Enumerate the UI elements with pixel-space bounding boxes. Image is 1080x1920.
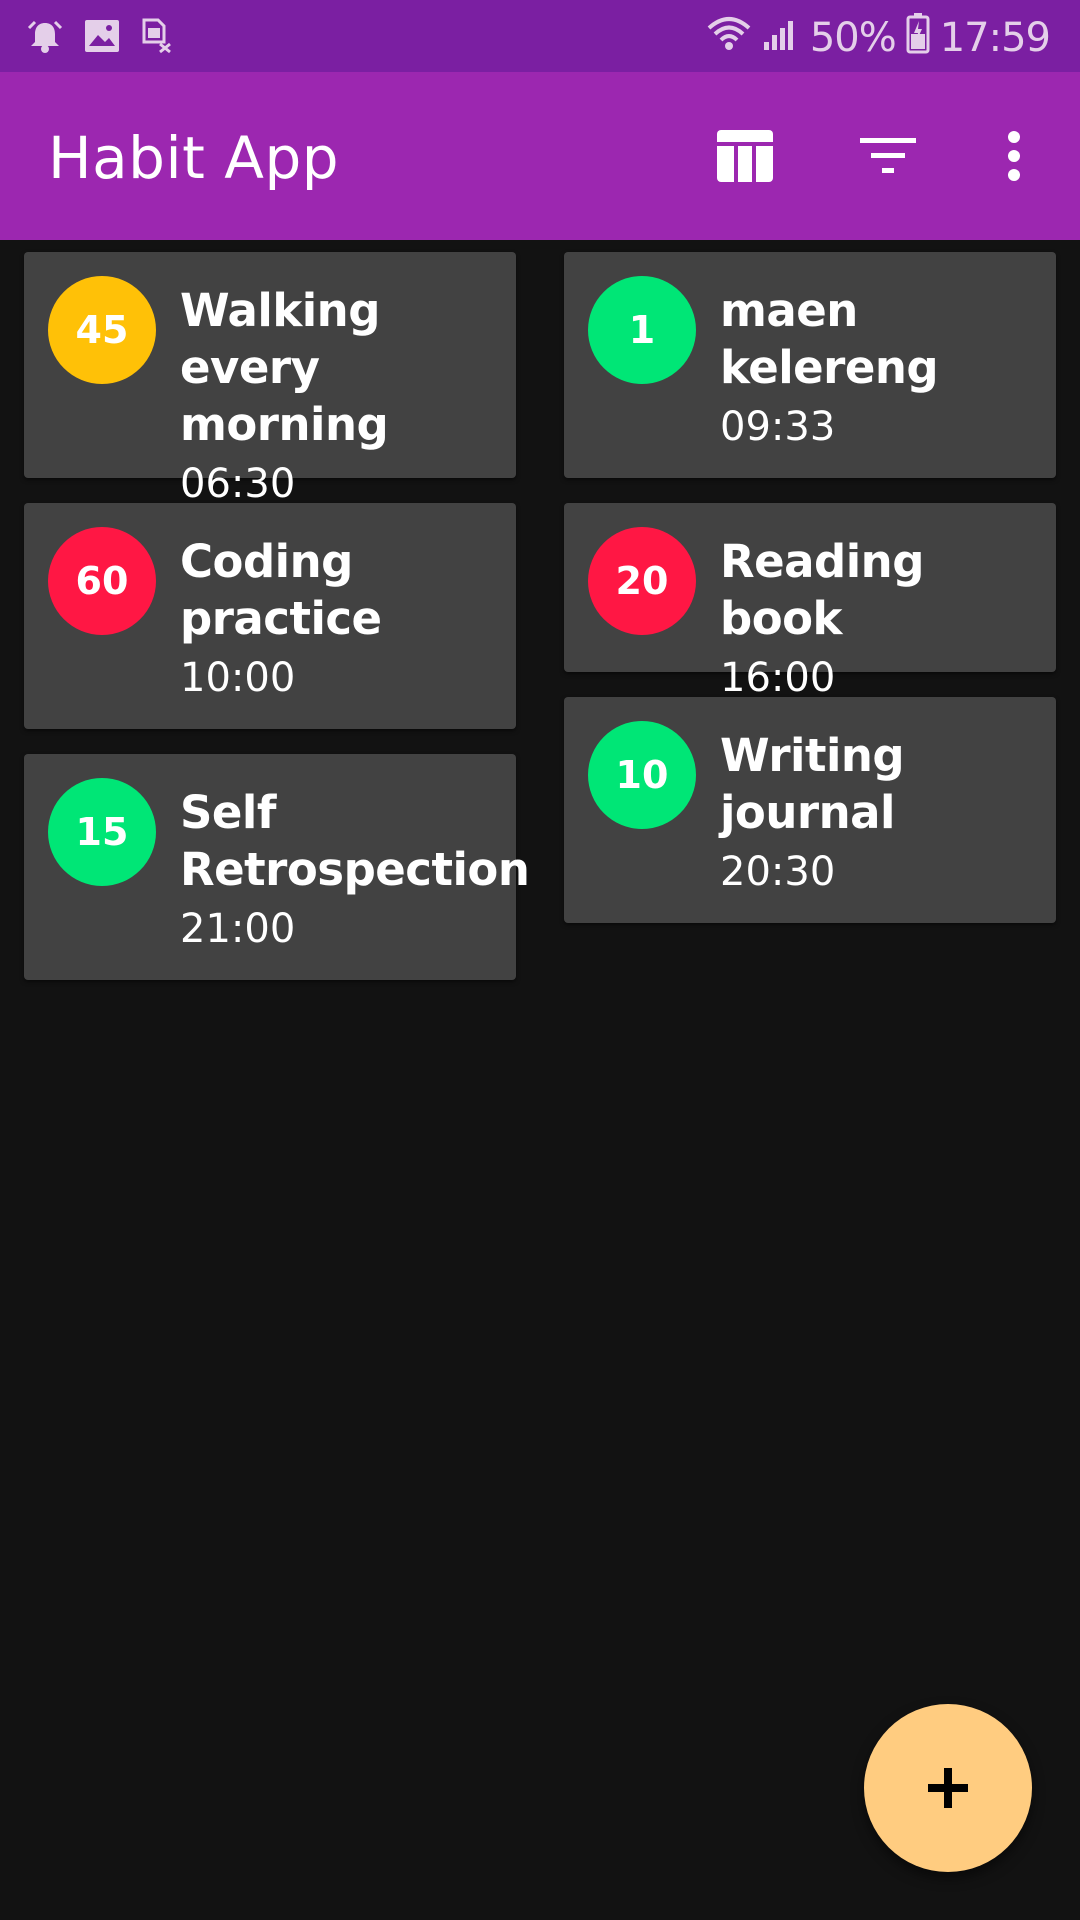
plus-icon: [928, 1768, 968, 1808]
view-columns-icon: [717, 130, 773, 182]
habit-time: 20:30: [720, 849, 836, 895]
battery-icon: [906, 12, 930, 64]
wifi-icon: [706, 14, 752, 62]
habit-title: Writing journal: [720, 729, 905, 839]
filter-icon: [860, 138, 916, 173]
system-status: 50% 17:59: [706, 12, 1051, 64]
habit-count-badge: 45: [48, 276, 156, 384]
battery-percent: 50%: [809, 15, 897, 61]
habit-time: 21:00: [180, 906, 296, 952]
habit-count-badge: 10: [588, 721, 696, 829]
habit-title: maen kelereng: [720, 284, 939, 394]
more-vert-icon: [1008, 131, 1020, 181]
habit-card[interactable]: 45 Walking every morning 06:30: [24, 252, 516, 507]
habit-card[interactable]: 60 Coding practice 10:00: [24, 503, 516, 729]
add-habit-button[interactable]: [864, 1704, 1032, 1872]
status-bar: 50% 17:59: [0, 0, 1080, 72]
habit-title: Walking every morning: [180, 284, 389, 451]
habit-count-badge: 1: [588, 276, 696, 384]
habit-title: Coding practice: [180, 535, 382, 645]
alarm-icon: [26, 18, 64, 58]
habit-time: 10:00: [180, 655, 296, 701]
habit-card[interactable]: 10 Writing journal 20:30: [564, 697, 1056, 923]
habit-time: 09:33: [720, 404, 836, 450]
sim-card-off-icon: [140, 18, 174, 58]
notification-icons: [26, 18, 174, 58]
filter-button[interactable]: [852, 120, 924, 192]
habit-card[interactable]: 20 Reading book 16:00: [564, 503, 1056, 701]
signal-icon: [762, 14, 800, 62]
habit-count-badge: 15: [48, 778, 156, 886]
habit-card[interactable]: 15 Self Retrospection 21:00: [24, 754, 530, 980]
more-options-button[interactable]: [978, 120, 1050, 192]
habit-title: Self Retrospection: [180, 786, 530, 896]
app-title: Habit App: [48, 124, 340, 192]
habit-title: Reading book: [720, 535, 924, 645]
habit-count-badge: 60: [48, 527, 156, 635]
app-bar: Habit App: [0, 72, 1080, 240]
image-icon: [84, 19, 120, 57]
habit-count-badge: 20: [588, 527, 696, 635]
clock: 17:59: [939, 15, 1051, 61]
habit-card[interactable]: 1 maen kelereng 09:33: [564, 252, 1056, 478]
view-columns-button[interactable]: [709, 120, 781, 192]
